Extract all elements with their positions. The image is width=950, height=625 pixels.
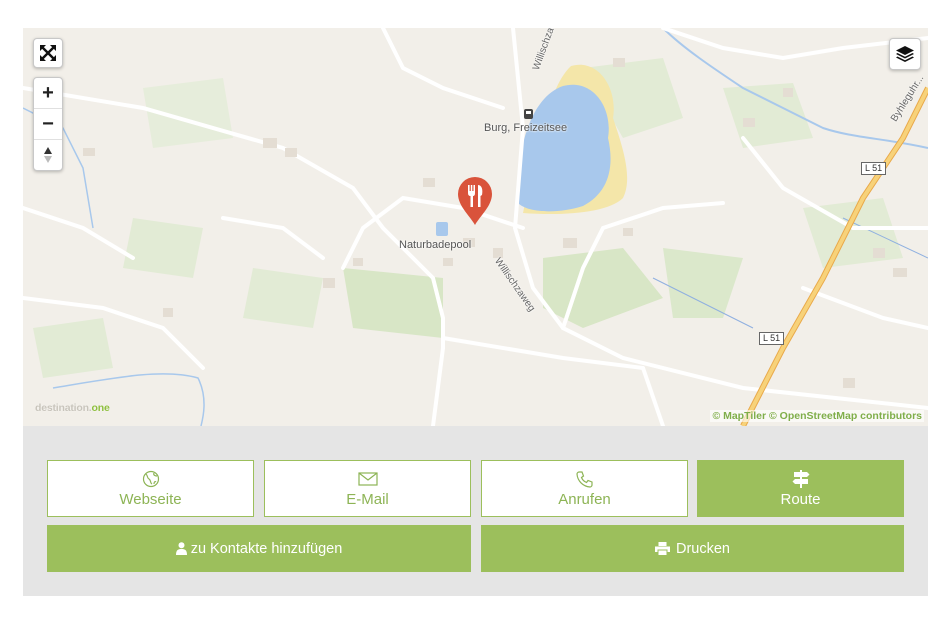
- website-button[interactable]: Webseite: [47, 460, 254, 517]
- road-shield-l51-lower: L 51: [759, 332, 785, 345]
- website-label: Webseite: [119, 491, 182, 508]
- fullscreen-button[interactable]: [33, 38, 63, 68]
- map-view[interactable]: Burg, Freizeitsee Naturbadepool Willisch…: [23, 28, 928, 426]
- signpost-icon: [791, 469, 811, 489]
- route-button[interactable]: Route: [697, 460, 904, 517]
- call-button[interactable]: Anrufen: [481, 460, 688, 517]
- zoom-controls: + −: [33, 77, 63, 171]
- destination-one-logo: destination.one: [35, 402, 110, 414]
- route-label: Route: [780, 491, 821, 508]
- print-button[interactable]: Drucken: [481, 525, 904, 572]
- map-attribution[interactable]: © MapTiler © OpenStreetMap contributors: [710, 410, 924, 422]
- place-label-pool: Naturbadepool: [399, 239, 472, 251]
- print-label: Drucken: [676, 540, 730, 557]
- zoom-out-button[interactable]: −: [34, 109, 62, 140]
- envelope-icon: [357, 469, 378, 489]
- add-contact-button[interactable]: zu Kontakte hinzufügen: [47, 525, 471, 572]
- road-shield-l51-upper: L 51: [861, 162, 887, 175]
- action-panel: Webseite E-Mail Anrufen Route zu Kontakt…: [23, 426, 928, 596]
- email-label: E-Mail: [346, 491, 389, 508]
- layers-button[interactable]: [889, 38, 921, 70]
- layers-icon: [896, 46, 914, 62]
- fork-knife-icon: [458, 177, 492, 225]
- compass-button[interactable]: [34, 140, 62, 170]
- restaurant-marker[interactable]: [456, 176, 494, 226]
- phone-icon: [575, 469, 594, 489]
- printer-icon: [655, 542, 670, 555]
- compass-icon: [44, 147, 52, 163]
- map-widget: Burg, Freizeitsee Naturbadepool Willisch…: [23, 28, 928, 596]
- globe-icon: [142, 469, 160, 489]
- place-label-burg: Burg, Freizeitsee: [484, 122, 568, 134]
- call-label: Anrufen: [558, 491, 611, 508]
- user-icon: [175, 542, 187, 555]
- zoom-in-button[interactable]: +: [34, 78, 62, 109]
- map-canvas: [23, 28, 928, 426]
- email-button[interactable]: E-Mail: [264, 460, 471, 517]
- add-contact-label: zu Kontakte hinzufügen: [190, 540, 343, 557]
- fullscreen-icon: [40, 45, 56, 61]
